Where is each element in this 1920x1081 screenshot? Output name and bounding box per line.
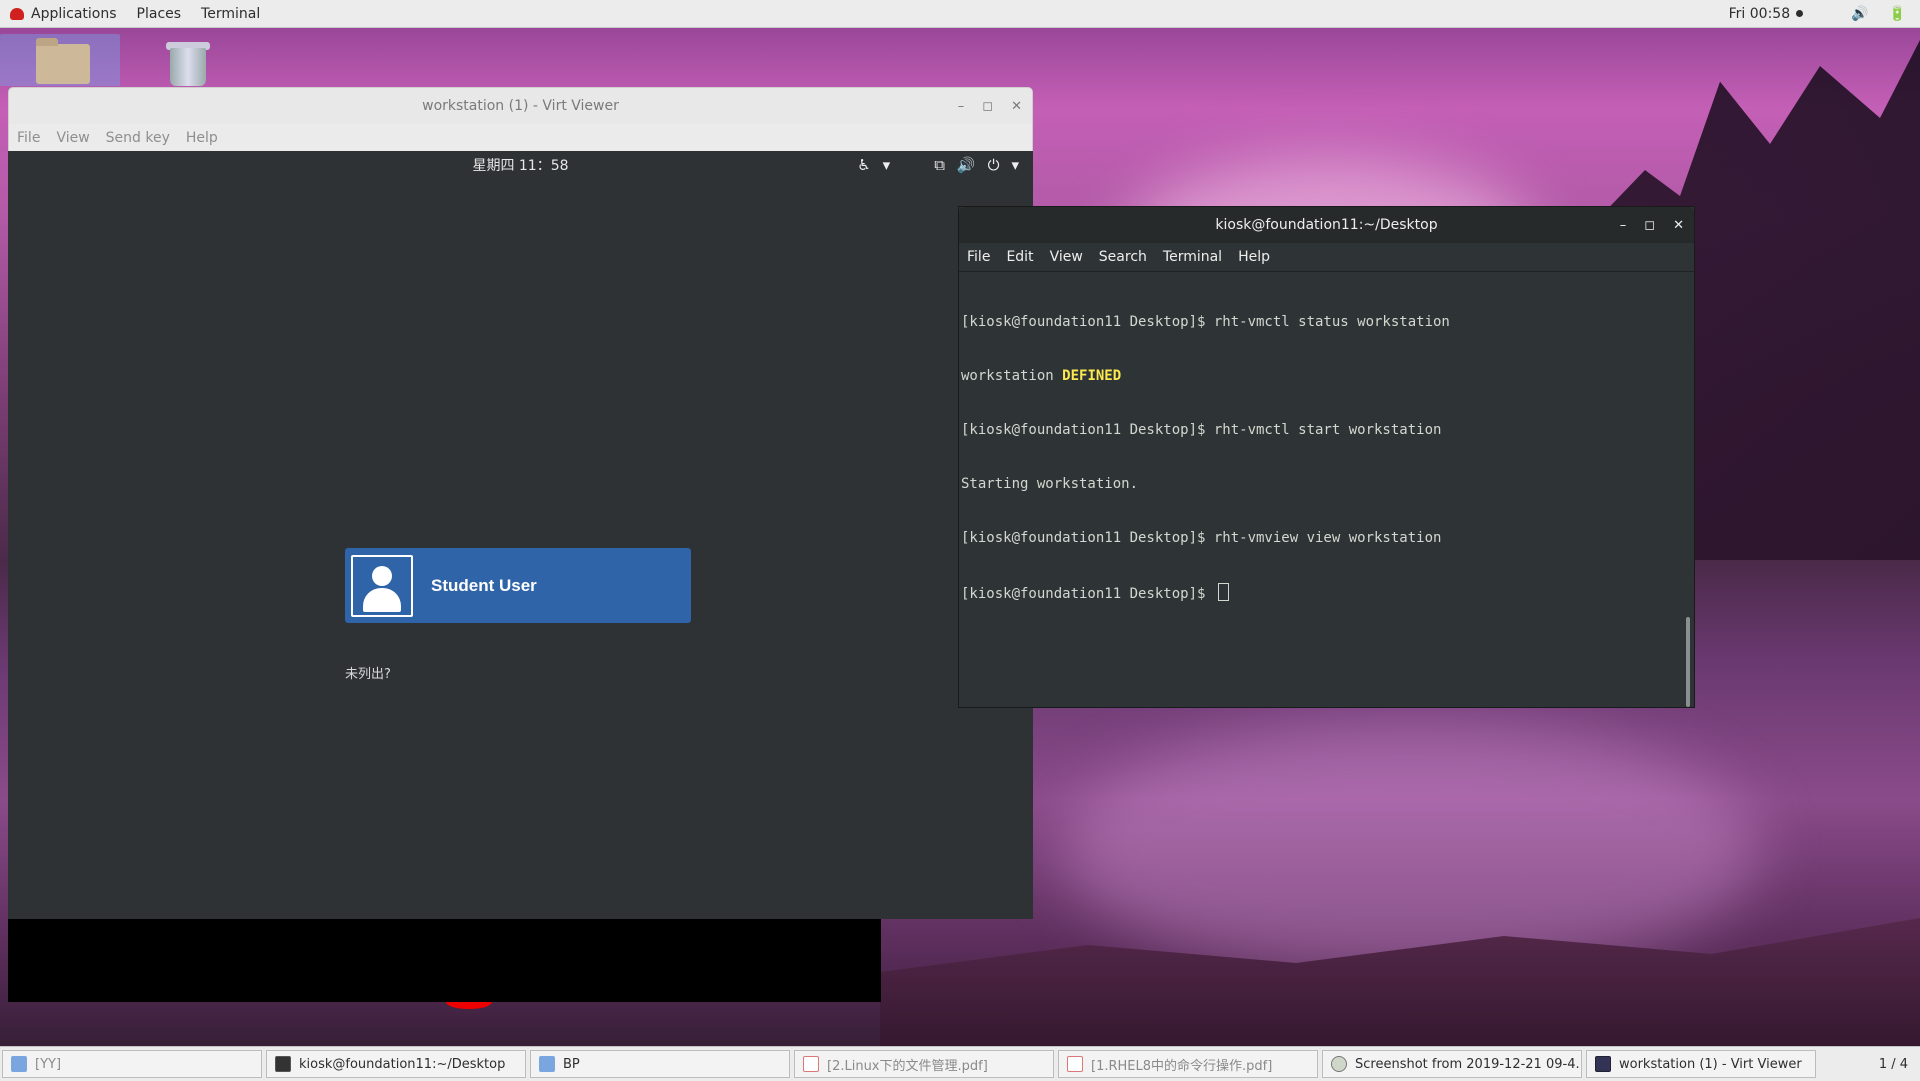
taskbar: [YY] kiosk@foundation11:~/Desktop BP [2.…: [0, 1046, 1920, 1081]
terminal-line: Starting workstation.: [961, 476, 1139, 492]
applications-menu[interactable]: Applications: [0, 0, 127, 27]
chevron-down-icon[interactable]: ▾: [883, 156, 891, 174]
taskbar-item-virt-viewer[interactable]: workstation (1) - Virt Viewer: [1586, 1050, 1816, 1078]
close-icon[interactable]: ✕: [1673, 218, 1684, 233]
taskbar-item-screenshot[interactable]: Screenshot from 2019-12-21 09-4...: [1322, 1050, 1582, 1078]
term-menu-search[interactable]: Search: [1091, 249, 1155, 265]
term-menu-help[interactable]: Help: [1230, 249, 1278, 265]
terminal-window-controls: – ◻ ✕: [1620, 207, 1684, 243]
window-icon: [11, 1056, 27, 1072]
user-avatar-icon: [351, 554, 413, 617]
redhat-logo-icon: [10, 7, 24, 20]
top-bar: Applications Places Terminal Fri 00:58 🔊…: [0, 0, 1920, 28]
taskbar-item-pdf-1[interactable]: [1.RHEL8中的命令行操作.pdf]: [1058, 1050, 1318, 1078]
status-defined: DEFINED: [1062, 368, 1122, 384]
guest-top-bar: 星期四 11：58 ♿ ▾ ⧉ 🔊 ⏻ ▾: [8, 151, 1033, 179]
minimize-icon[interactable]: –: [1620, 218, 1627, 233]
terminal-line: [kiosk@foundation11 Desktop]$ rht-vmctl …: [961, 314, 1450, 330]
taskbar-item-label: BP: [563, 1056, 580, 1072]
trash-icon[interactable]: [162, 34, 282, 86]
virt-viewer-titlebar[interactable]: workstation (1) - Virt Viewer – ◻ ✕: [8, 87, 1033, 124]
places-menu-label: Places: [136, 5, 182, 22]
taskbar-item-label: workstation (1) - Virt Viewer: [1619, 1056, 1802, 1072]
text-cursor: [1217, 583, 1229, 601]
home-folder-icon[interactable]: [0, 34, 120, 86]
workspace-pager[interactable]: 1 / 4: [1879, 1057, 1908, 1072]
term-menu-terminal[interactable]: Terminal: [1155, 249, 1230, 265]
taskbar-item-yy[interactable]: [YY]: [2, 1050, 262, 1078]
network-icon[interactable]: ⧉: [934, 156, 945, 174]
trash-can: [170, 48, 206, 86]
window-icon: [539, 1056, 555, 1072]
clock-button[interactable]: Fri 00:58: [1728, 5, 1804, 22]
terminal-line: workstation DEFINED: [961, 367, 1682, 385]
user-list-item[interactable]: Student User: [345, 548, 691, 623]
vv-menu-file[interactable]: File: [9, 130, 48, 146]
places-menu[interactable]: Places: [127, 0, 192, 27]
water-reflection: [1060, 720, 1760, 980]
terminal-title: kiosk@foundation11:~/Desktop: [1215, 217, 1438, 233]
taskbar-item-bp[interactable]: BP: [530, 1050, 790, 1078]
taskbar-item-label: [YY]: [35, 1056, 62, 1072]
pdf-icon: [803, 1056, 819, 1072]
virt-viewer-window-controls: – ◻ ✕: [958, 88, 1022, 124]
terminal-menubar: File Edit View Search Terminal Help: [959, 243, 1694, 272]
applications-menu-label: Applications: [31, 5, 117, 22]
guest-clock[interactable]: 星期四 11：58: [472, 155, 568, 175]
terminal-icon: [275, 1056, 291, 1072]
avatar-body: [363, 587, 401, 612]
image-viewer-icon: [1331, 1056, 1347, 1072]
close-icon[interactable]: ✕: [1011, 99, 1022, 114]
volume-icon[interactable]: 🔊: [957, 156, 976, 174]
accessibility-icon[interactable]: ♿: [857, 156, 870, 174]
terminal-line: [kiosk@foundation11 Desktop]$ rht-vmview…: [961, 530, 1442, 546]
terminal-app-menu[interactable]: Terminal: [191, 0, 270, 27]
virt-viewer-title: workstation (1) - Virt Viewer: [422, 98, 619, 114]
terminal-output[interactable]: [kiosk@foundation11 Desktop]$ rht-vmctl …: [959, 271, 1684, 707]
taskbar-item-label: [1.RHEL8中的命令行操作.pdf]: [1091, 1058, 1273, 1074]
terminal-prompt: [kiosk@foundation11 Desktop]$: [961, 586, 1214, 602]
virt-viewer-menubar: File View Send key Help: [8, 124, 1033, 152]
term-menu-file[interactable]: File: [959, 249, 998, 265]
terminal-text: workstation: [961, 368, 1063, 384]
maximize-icon[interactable]: ◻: [982, 99, 993, 114]
terminal-titlebar[interactable]: kiosk@foundation11:~/Desktop – ◻ ✕: [959, 207, 1694, 243]
pdf-icon: [1067, 1056, 1083, 1072]
guest-login-screen[interactable]: 星期四 11：58 ♿ ▾ ⧉ 🔊 ⏻ ▾ Student User 未列出?: [8, 151, 1033, 1009]
guest-status-icons: ♿ ▾ ⧉ 🔊 ⏻ ▾: [857, 151, 1019, 179]
vv-menu-send-key[interactable]: Send key: [98, 130, 178, 146]
system-tray[interactable]: 🔊 🔋: [1851, 6, 1906, 22]
viewer-black-area: [8, 919, 881, 1002]
taskbar-item-label: Screenshot from 2019-12-21 09-4...: [1355, 1056, 1582, 1072]
avatar-head: [372, 565, 392, 586]
taskbar-item-pdf-2[interactable]: [2.Linux下的文件管理.pdf]: [794, 1050, 1054, 1078]
terminal-line: [kiosk@foundation11 Desktop]$ rht-vmctl …: [961, 422, 1442, 438]
battery-icon[interactable]: 🔋: [1889, 6, 1906, 22]
virt-viewer-window[interactable]: workstation (1) - Virt Viewer – ◻ ✕ File…: [8, 87, 1033, 1009]
taskbar-item-terminal[interactable]: kiosk@foundation11:~/Desktop: [266, 1050, 526, 1078]
terminal-scrollbar[interactable]: [1686, 617, 1690, 707]
notification-dot-icon: [1796, 10, 1804, 17]
monitor-icon: [1595, 1056, 1611, 1072]
vv-menu-view[interactable]: View: [48, 130, 97, 146]
term-menu-edit[interactable]: Edit: [998, 249, 1041, 265]
power-icon[interactable]: ⏻: [988, 156, 1000, 174]
terminal-window[interactable]: kiosk@foundation11:~/Desktop – ◻ ✕ File …: [959, 207, 1694, 707]
taskbar-item-label: kiosk@foundation11:~/Desktop: [299, 1056, 506, 1072]
maximize-icon[interactable]: ◻: [1644, 218, 1655, 233]
taskbar-item-label: [2.Linux下的文件管理.pdf]: [827, 1058, 988, 1074]
not-listed-link[interactable]: 未列出?: [345, 663, 391, 682]
minimize-icon[interactable]: –: [958, 99, 965, 114]
volume-icon[interactable]: 🔊: [1851, 6, 1868, 22]
term-menu-view[interactable]: View: [1042, 249, 1091, 265]
terminal-line: [kiosk@foundation11 Desktop]$: [961, 583, 1682, 602]
terminal-app-menu-label: Terminal: [201, 5, 261, 22]
user-name: Student User: [431, 575, 537, 595]
chevron-down-icon[interactable]: ▾: [1011, 156, 1019, 174]
folder-shape: [36, 38, 90, 84]
vv-menu-help[interactable]: Help: [178, 130, 226, 146]
clock-text: Fri 00:58: [1728, 5, 1791, 22]
